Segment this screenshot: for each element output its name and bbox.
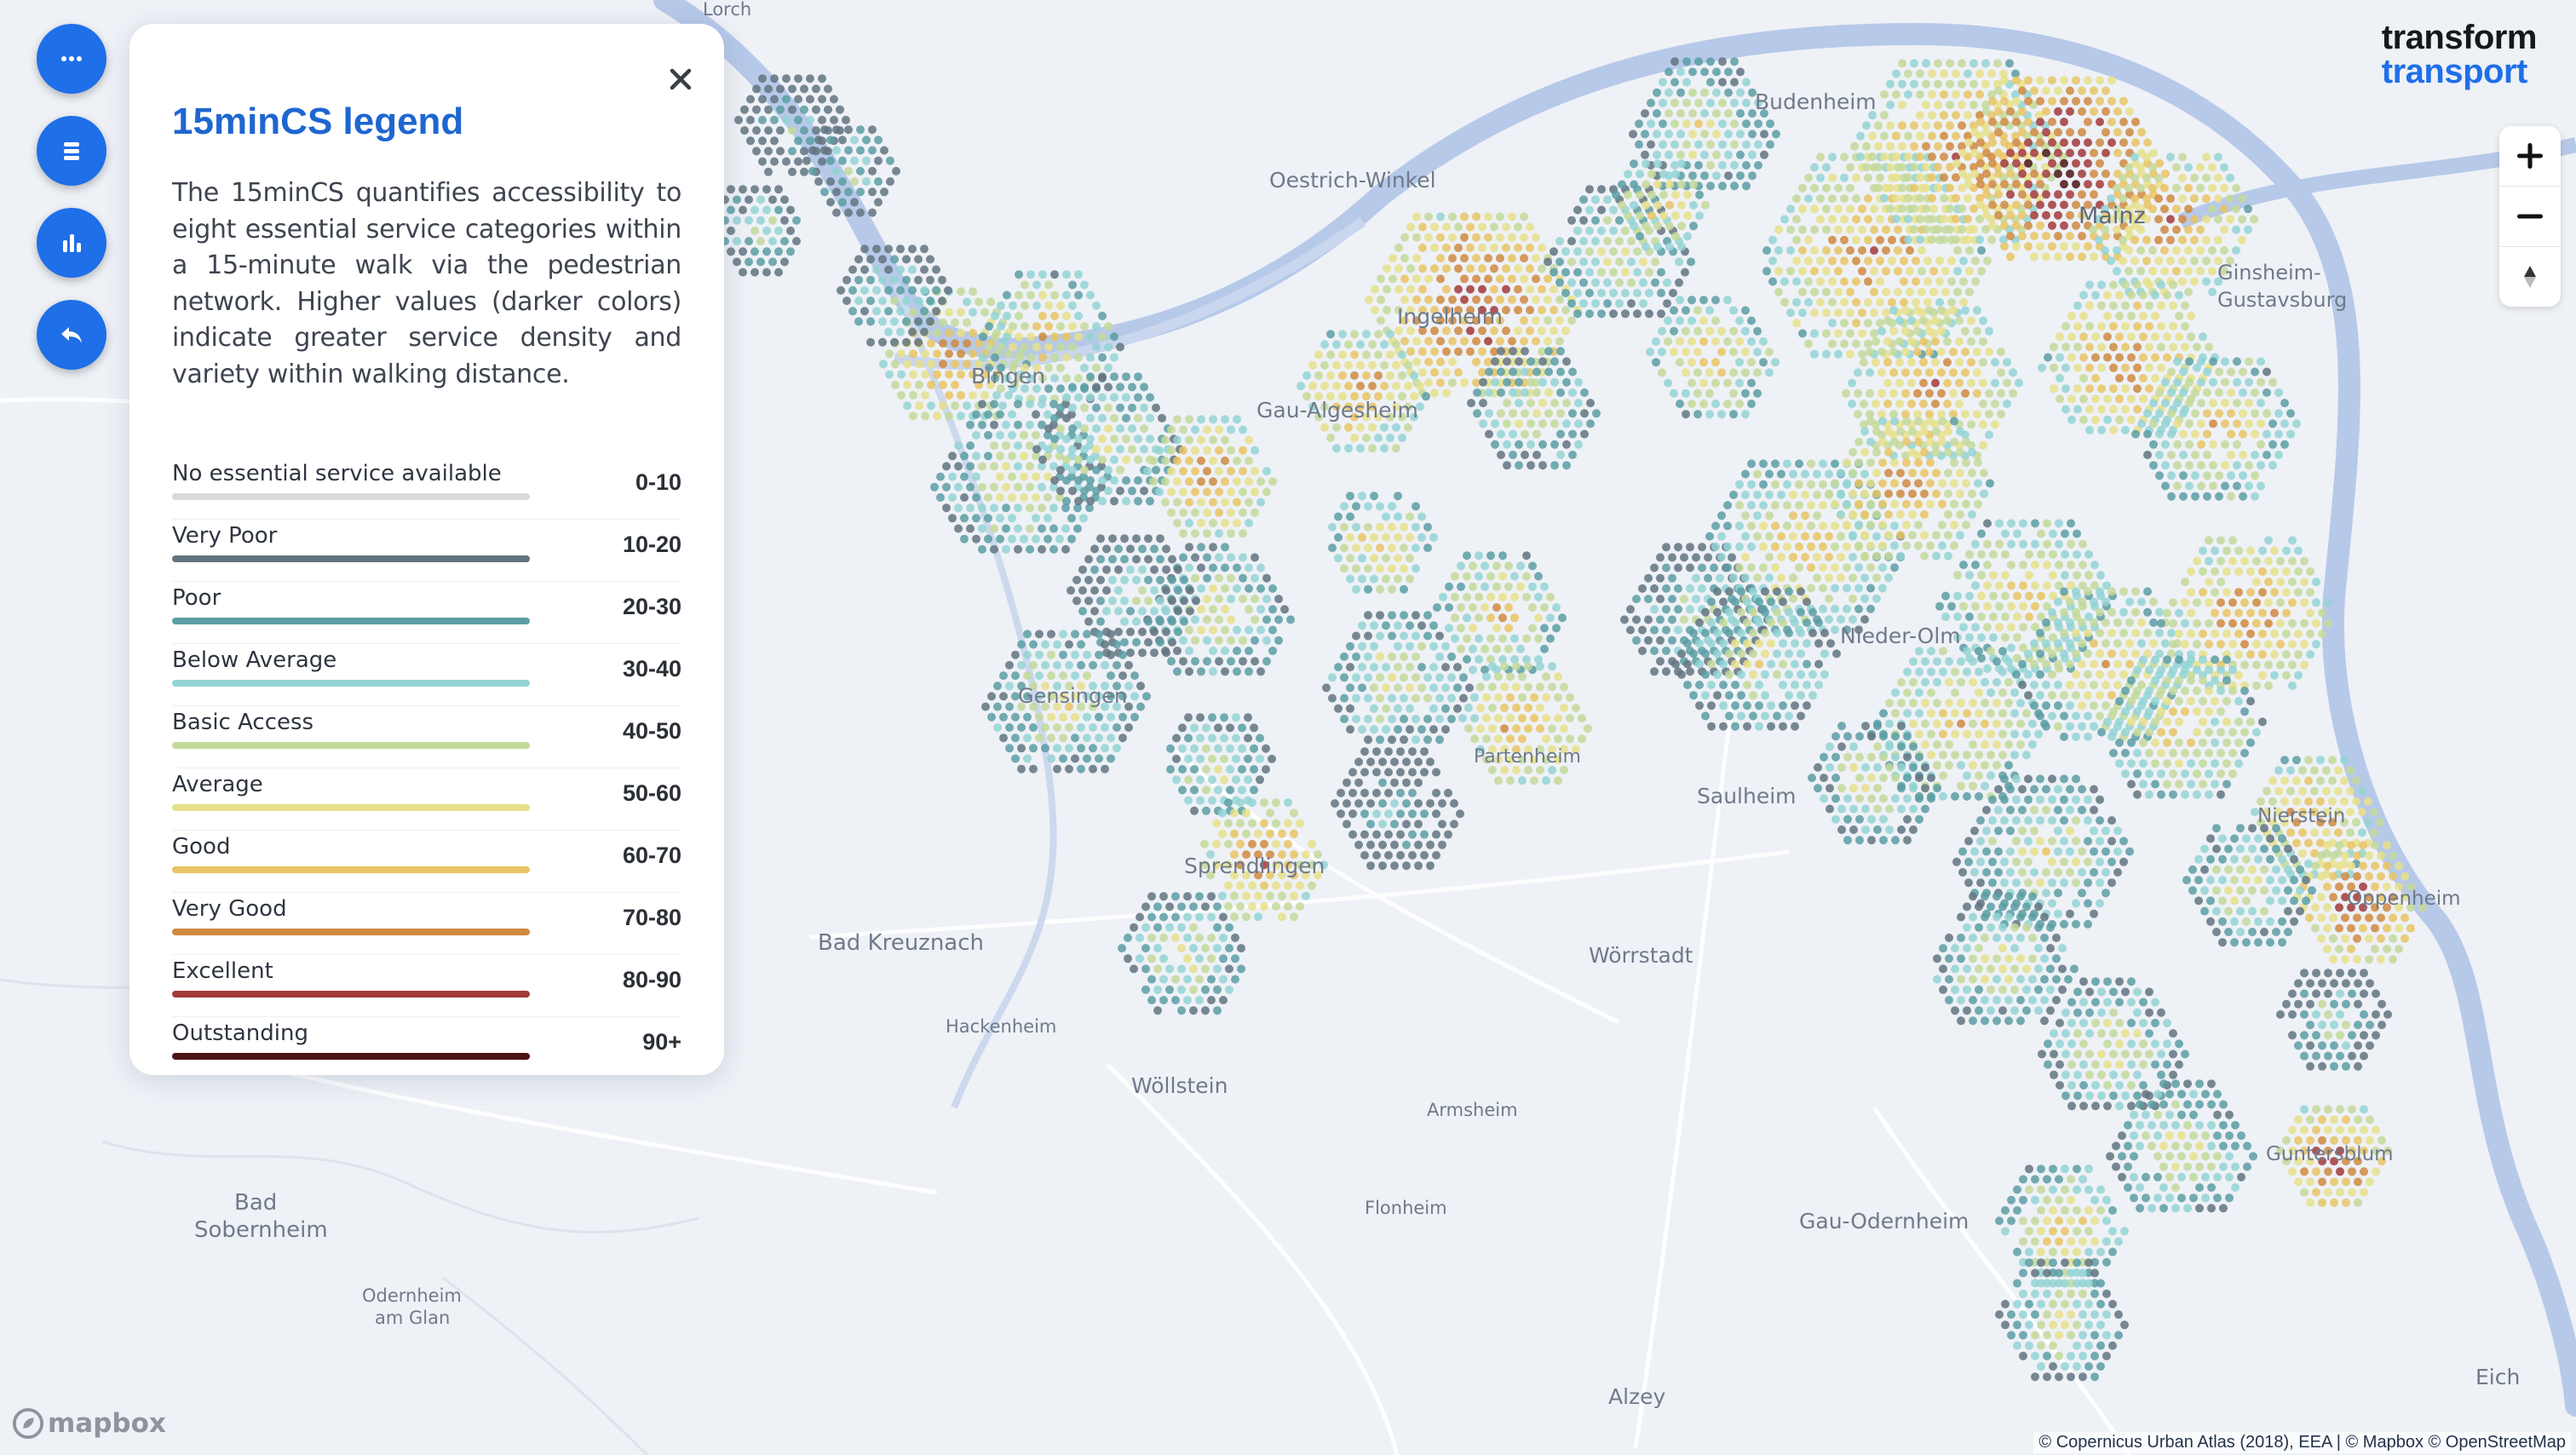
layers-list-button[interactable] [37, 116, 106, 186]
legend-item-label: Excellent [172, 958, 273, 984]
place-flonheim: Flonheim [1365, 1198, 1447, 1218]
legend-item-label: Good [172, 834, 231, 860]
place-bad: Bad [234, 1190, 277, 1216]
legend-item-label: Below Average [172, 647, 337, 673]
place-woellstein: Wöllstein [1131, 1073, 1228, 1098]
legend-item: Poor 20-30 [172, 582, 681, 644]
place-sprendlingen: Sprendlingen [1184, 854, 1325, 878]
place-mainz: Mainz [2079, 203, 2146, 229]
close-legend-button[interactable] [659, 58, 702, 101]
place-lorch: Lorch [703, 0, 751, 20]
legend-item-range: 50-60 [622, 780, 681, 806]
back-button[interactable] [37, 300, 106, 370]
place-oppenheim: Oppenheim [2347, 888, 2461, 910]
legend-item-range: 60-70 [622, 843, 681, 868]
brand-line-1: transform [2381, 19, 2538, 56]
legend-description: The 15minCS quantifies accessibility to … [172, 178, 681, 389]
place-ingelheim: Ingelheim [1397, 304, 1503, 329]
legend-swatch [172, 1053, 530, 1060]
legend-item: No essential service available 0-10 [172, 457, 681, 520]
legend-swatch [172, 680, 530, 687]
zoom-out-button[interactable] [2499, 187, 2561, 247]
legend-swatch [172, 804, 530, 811]
legend-item: Very Good 70-80 [172, 893, 681, 955]
statistics-button[interactable] [37, 208, 106, 278]
place-ginsheim-2: Gustavsburg [2217, 288, 2347, 312]
place-sobernheim: Sobernheim [194, 1217, 328, 1243]
compass-icon [2524, 266, 2536, 288]
legend-swatch [172, 618, 530, 624]
legend-item-range: 0-10 [635, 469, 681, 495]
place-guntersblum: Guntersblum [2266, 1143, 2394, 1165]
plus-icon [2516, 142, 2544, 170]
mapbox-wordmark: mapbox [48, 1408, 166, 1439]
place-oestrich: Oestrich-Winkel [1269, 168, 1436, 193]
place-nierstein: Nierstein [2257, 805, 2345, 827]
place-odernheim-1: Odernheim [362, 1285, 462, 1306]
legend-item-range: 80-90 [622, 967, 681, 992]
legend-item-label: No essential service available [172, 461, 502, 486]
legend-item-range: 40-50 [622, 718, 681, 744]
place-gau-algesheim: Gau-Algesheim [1256, 398, 1418, 423]
place-gau-odernheim: Gau-Odernheim [1799, 1209, 1969, 1234]
legend-item: Basic Access 40-50 [172, 706, 681, 768]
legend-item: Below Average 30-40 [172, 644, 681, 706]
brand-line-2: transport [2381, 53, 2528, 90]
legend-item-range: 10-20 [622, 532, 681, 557]
legend-title: 15minCS legend [172, 101, 464, 142]
legend-item-range: 70-80 [622, 905, 681, 930]
brand-logo: transform transport [2381, 19, 2538, 90]
place-eich: Eich [2475, 1365, 2520, 1389]
legend-swatch [172, 493, 530, 500]
place-odernheim-2: am Glan [375, 1308, 450, 1328]
legend-swatch [172, 929, 530, 935]
legend-item-range: 20-30 [622, 594, 681, 619]
zoom-in-button[interactable] [2499, 126, 2561, 187]
legend-panel: 15minCS legend The 15minCS quantifies ac… [129, 24, 724, 1075]
place-hackenheim: Hackenheim [946, 1016, 1056, 1037]
zoom-controls [2499, 126, 2561, 307]
legend-item-label: Very Poor [172, 523, 278, 549]
place-bad-kreuznach: Bad Kreuznach [818, 930, 984, 956]
legend-item: Excellent 80-90 [172, 955, 681, 1017]
legend-item-label: Very Good [172, 896, 287, 922]
legend-item-range: 90+ [642, 1029, 681, 1055]
minus-icon [2516, 214, 2544, 219]
mapbox-mark-icon [12, 1407, 44, 1440]
place-woerrstadt: Wörrstadt [1589, 943, 1693, 968]
legend-item: Outstanding 90+ [172, 1017, 681, 1078]
more-options-button[interactable] [37, 24, 106, 94]
place-bingen: Bingen [971, 364, 1045, 388]
legend-swatch [172, 866, 530, 873]
place-budenheim: Budenheim [1755, 89, 1877, 114]
list-icon [64, 142, 79, 160]
legend-list: No essential service available 0-10 Very … [172, 457, 681, 1078]
legend-item: Average 50-60 [172, 768, 681, 831]
mapbox-logo[interactable]: mapbox [12, 1407, 166, 1440]
more-dots-icon [61, 56, 82, 61]
bar-chart-icon [63, 234, 81, 252]
place-alzey: Alzey [1608, 1384, 1666, 1409]
legend-swatch [172, 991, 530, 998]
place-armsheim: Armsheim [1427, 1100, 1518, 1120]
close-icon [670, 68, 692, 90]
back-arrow-icon [61, 327, 82, 343]
place-ginsheim-1: Ginsheim- [2217, 261, 2321, 285]
place-partenheim: Partenheim [1474, 746, 1581, 768]
legend-item: Very Poor 10-20 [172, 520, 681, 582]
reset-north-button[interactable] [2499, 247, 2561, 307]
legend-item-range: 30-40 [622, 656, 681, 681]
legend-swatch [172, 742, 530, 749]
place-nieder-olm: Nieder-Olm [1840, 624, 1961, 648]
legend-item-label: Basic Access [172, 710, 314, 735]
legend-swatch [172, 555, 530, 562]
legend-item: Good 60-70 [172, 831, 681, 893]
map-attribution[interactable]: © Copernicus Urban Atlas (2018), EEA | ©… [2033, 1432, 2571, 1453]
legend-item-label: Poor [172, 585, 221, 611]
place-gensingen: Gensingen [1018, 684, 1127, 708]
legend-item-label: Average [172, 772, 263, 797]
legend-item-label: Outstanding [172, 1021, 308, 1046]
place-saulheim: Saulheim [1697, 784, 1797, 808]
